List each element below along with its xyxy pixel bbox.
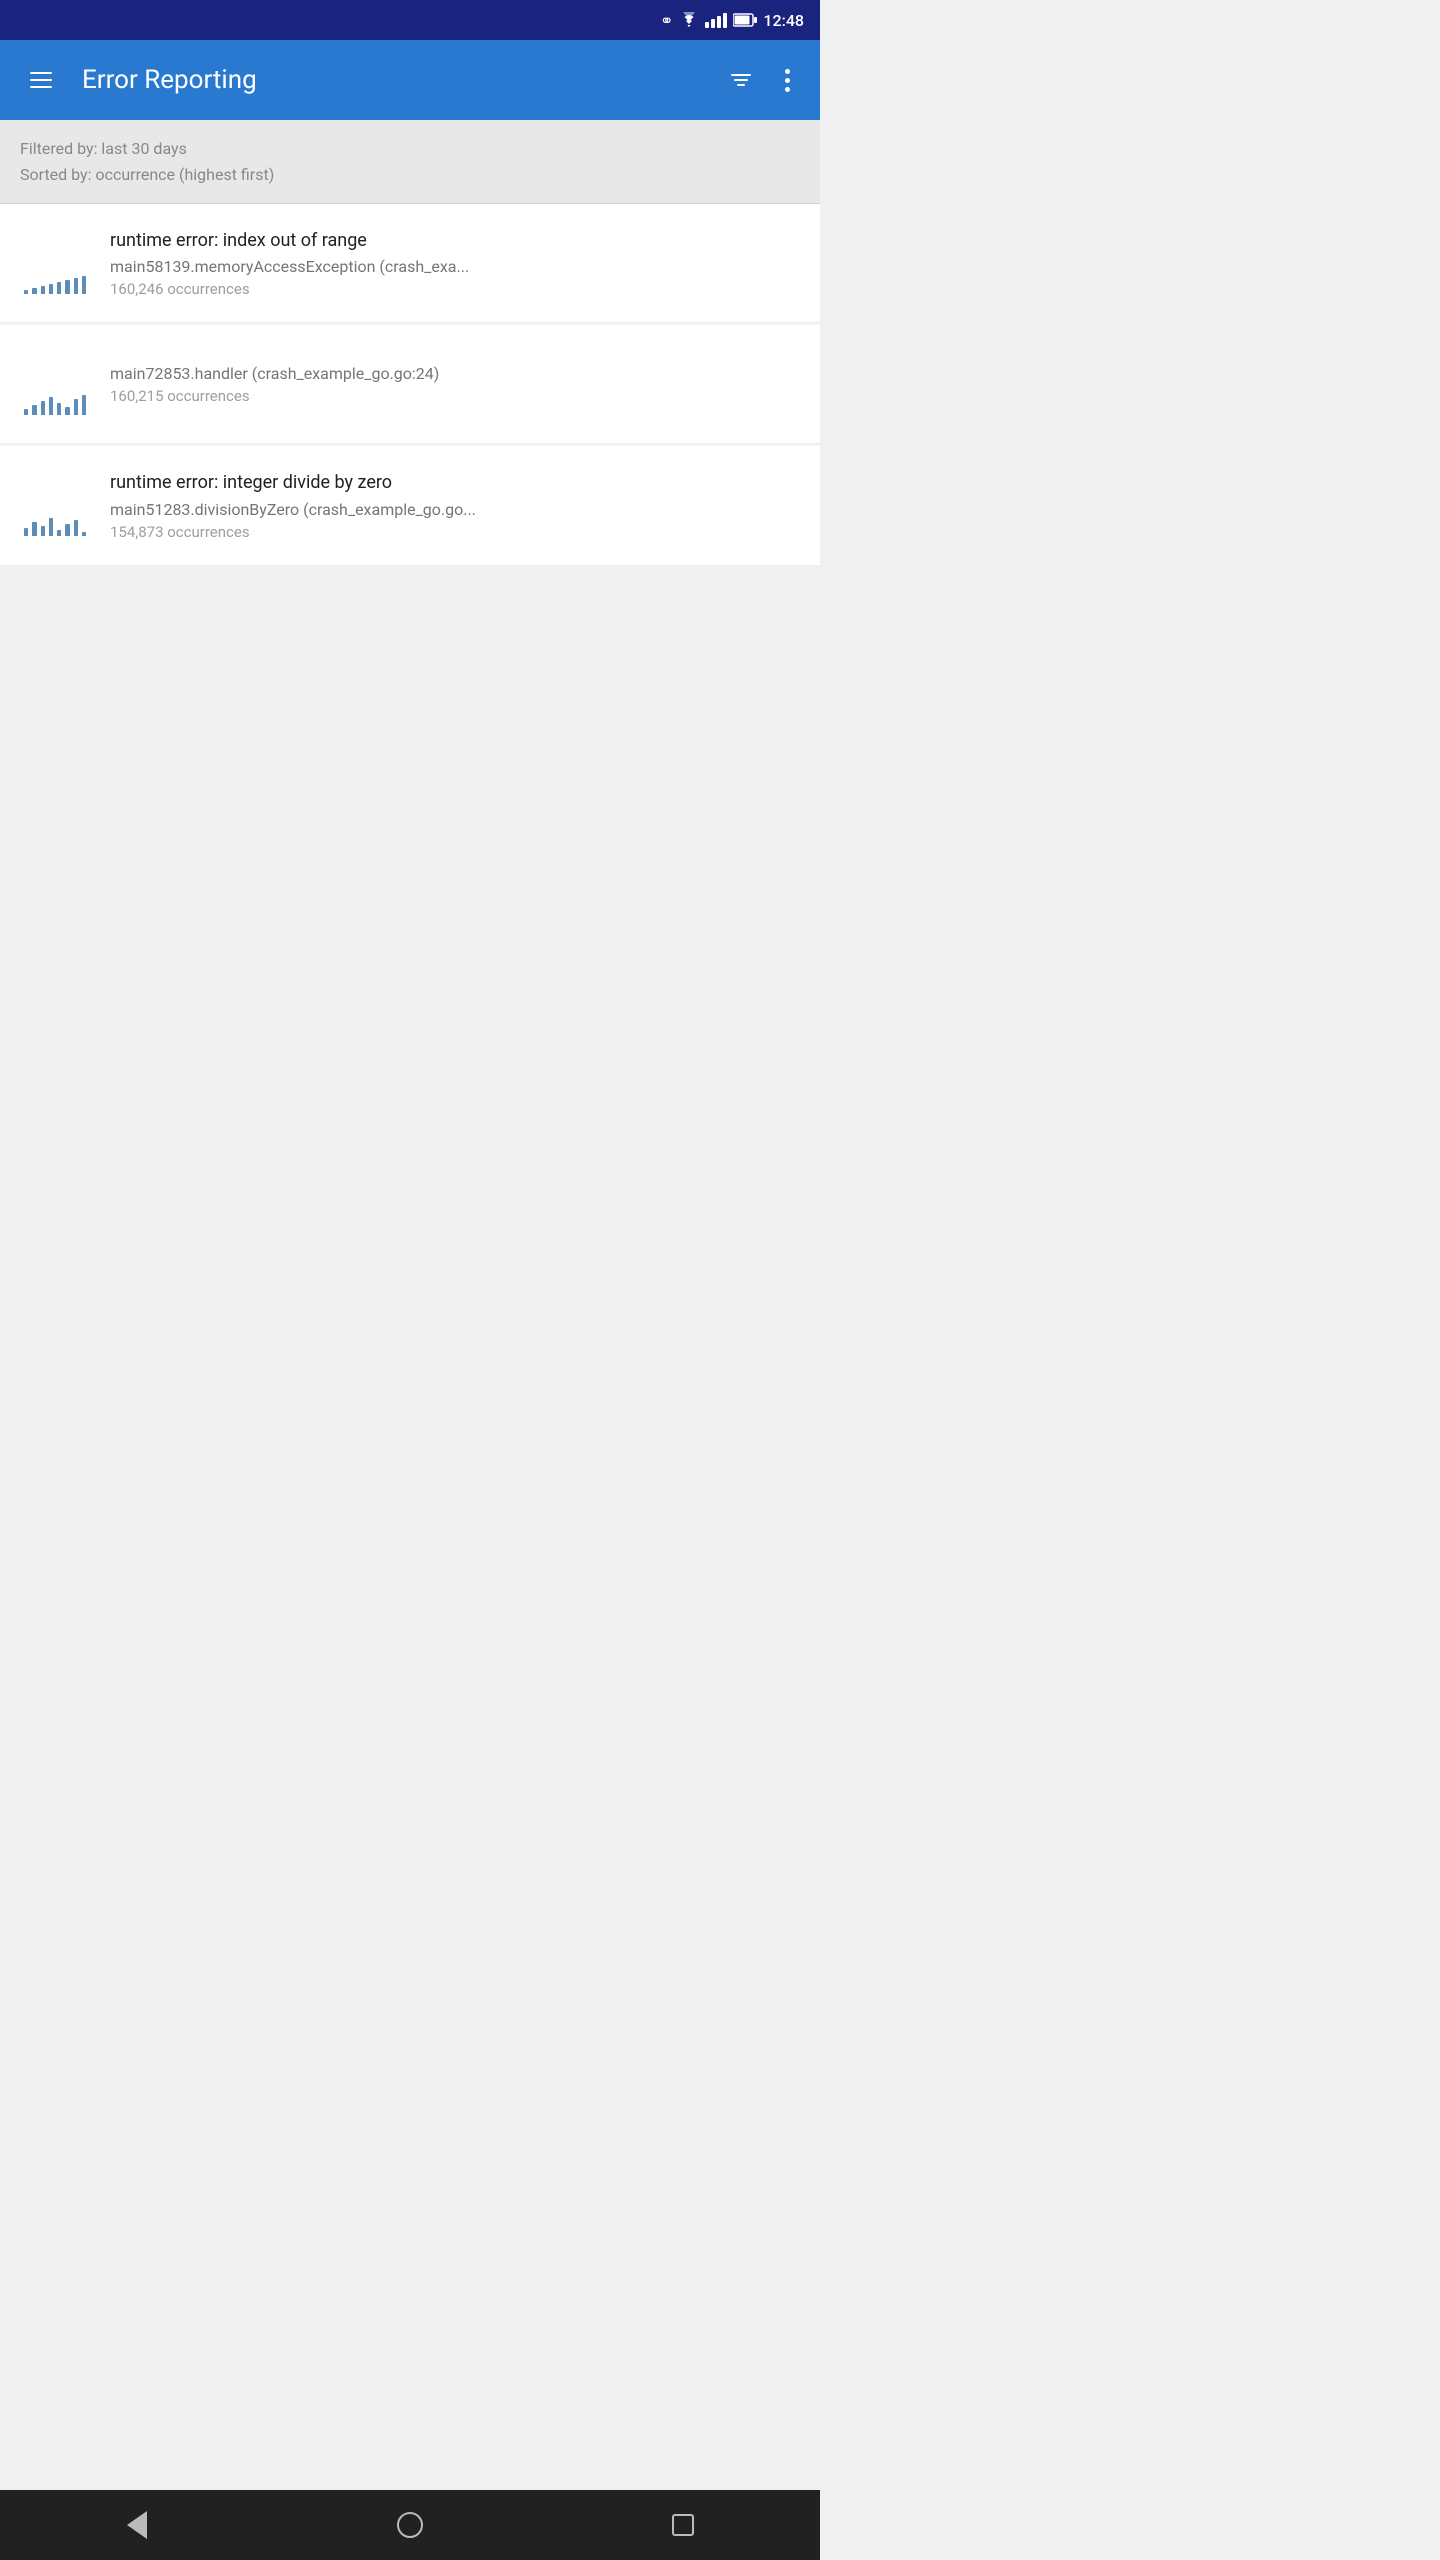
error-list: runtime error: index out of range main581…: [0, 204, 820, 565]
error-content: runtime error: index out of range main581…: [110, 228, 800, 298]
error-bar-chart: [20, 470, 90, 540]
bottom-navigation: [0, 2490, 820, 2560]
error-list-item[interactable]: runtime error: integer divide by zero mai…: [0, 446, 820, 565]
back-icon: [127, 2511, 147, 2539]
error-occurrences: 160,215 occurrences: [110, 387, 800, 405]
error-occurrences: 154,873 occurrences: [110, 523, 800, 541]
wifi-icon: [679, 12, 699, 28]
sort-by-text: Sorted by: occurrence (highest first): [20, 162, 800, 188]
home-icon: [397, 2512, 423, 2538]
error-title: runtime error: integer divide by zero: [110, 470, 800, 495]
home-button[interactable]: [380, 2495, 440, 2555]
error-title: runtime error: index out of range: [110, 228, 800, 253]
more-options-icon: [779, 63, 796, 98]
error-list-item[interactable]: main72853.handler (crash_example_go.go:2…: [0, 325, 820, 444]
error-detail: main51283.divisionByZero (crash_example_…: [110, 500, 800, 519]
recents-button[interactable]: [653, 2495, 713, 2555]
menu-button[interactable]: [16, 58, 66, 102]
filter-bar: Filtered by: last 30 days Sorted by: occ…: [0, 120, 820, 204]
hamburger-icon: [24, 66, 58, 94]
app-bar: Error Reporting: [0, 40, 820, 120]
filter-icon: [727, 70, 755, 90]
status-time: 12:48: [763, 11, 804, 30]
status-bar: ⚭ 12:48: [0, 0, 820, 40]
battery-icon: [733, 13, 757, 27]
signal-icon: [705, 13, 727, 28]
recents-icon: [672, 2514, 694, 2536]
error-bar-chart: [20, 349, 90, 419]
error-detail: main58139.memoryAccessException (crash_e…: [110, 257, 800, 276]
bluetooth-icon: ⚭: [660, 11, 673, 30]
error-content: runtime error: integer divide by zero mai…: [110, 470, 800, 540]
error-list-item[interactable]: runtime error: index out of range main581…: [0, 204, 820, 323]
page-title: Error Reporting: [82, 65, 703, 95]
filter-by-text: Filtered by: last 30 days: [20, 136, 800, 162]
error-bar-chart: [20, 228, 90, 298]
filter-button[interactable]: [719, 55, 763, 106]
error-content: main72853.handler (crash_example_go.go:2…: [110, 364, 800, 405]
error-detail: main72853.handler (crash_example_go.go:2…: [110, 364, 800, 383]
error-occurrences: 160,246 occurrences: [110, 280, 800, 298]
back-button[interactable]: [107, 2495, 167, 2555]
app-bar-actions: [719, 55, 804, 106]
status-icons: ⚭ 12:48: [660, 11, 804, 30]
more-options-button[interactable]: [771, 55, 804, 106]
